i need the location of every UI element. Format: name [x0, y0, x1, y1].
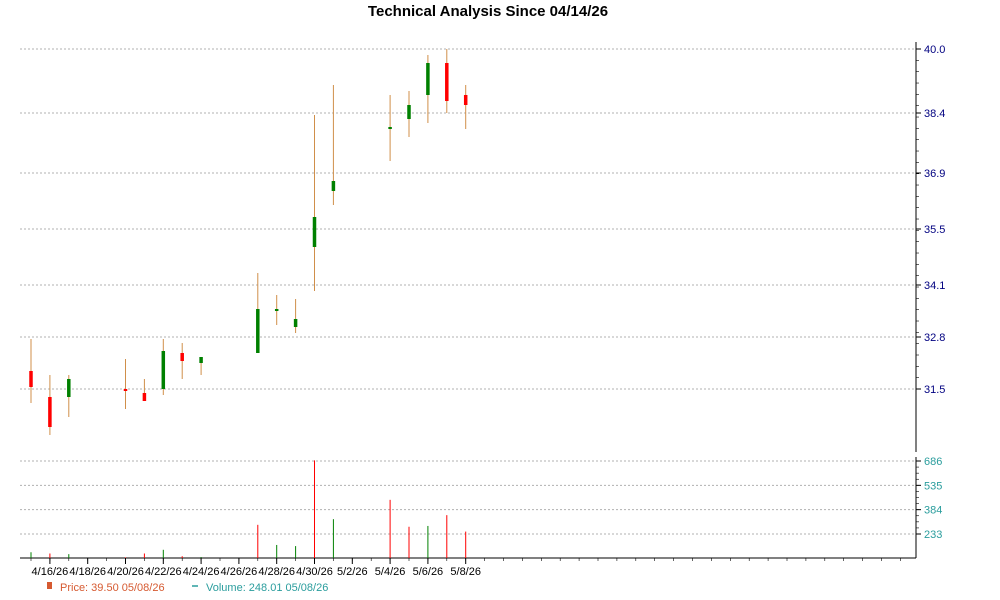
- price-legend-label: Price: 39.50 05/08/26: [60, 582, 165, 594]
- price-tick-label: 38.4: [924, 108, 945, 120]
- candle-body: [161, 351, 166, 389]
- candle-body: [123, 389, 128, 391]
- chart-svg: Technical Analysis Since 04/14/26 40.0 38…: [20, 3, 945, 594]
- axes-layer: 40.0 38.4 36.9 35.5 34.1 32.8 31.5 686 535 384 233…: [20, 42, 945, 578]
- candle-body: [256, 309, 260, 353]
- price-tick-label: 36.9: [924, 168, 945, 180]
- candle-body: [67, 379, 71, 397]
- candle-body: [29, 371, 33, 387]
- volume-tick-label: 535: [924, 480, 942, 492]
- price-tick-label: 35.5: [924, 224, 945, 236]
- volume-tick-label: 686: [924, 456, 942, 468]
- x-tick-label: 5/8/26: [450, 566, 481, 578]
- x-tick-label: 4/30/26: [296, 566, 333, 578]
- x-tick-label: 4/22/26: [145, 566, 182, 578]
- x-tick-label: 5/4/26: [375, 566, 406, 578]
- candle-body: [199, 357, 203, 363]
- candle-body: [293, 319, 298, 327]
- technical-analysis-chart: Technical Analysis Since 04/14/26 40.0 38…: [0, 0, 1000, 600]
- candle-body: [388, 127, 392, 129]
- x-tick-label: 5/2/26: [337, 566, 368, 578]
- x-tick-label: 4/20/26: [107, 566, 144, 578]
- volume-tick-label: 233: [924, 529, 942, 541]
- x-tick-label: 4/26/26: [221, 566, 258, 578]
- x-tick-label: 4/28/26: [258, 566, 295, 578]
- price-tick-label: 32.8: [924, 332, 945, 344]
- x-tick-label: 5/6/26: [413, 566, 444, 578]
- volume-tick-label: 384: [924, 505, 942, 517]
- price-tick-label: 34.1: [924, 280, 945, 292]
- candle-body: [445, 63, 449, 101]
- candle-body: [407, 105, 411, 119]
- x-tick-label: 4/18/26: [69, 566, 106, 578]
- price-legend-swatch: [47, 582, 52, 589]
- volume-legend-label: Volume: 248.01 05/08/26: [206, 582, 328, 594]
- candle-body: [463, 95, 468, 105]
- candle-body: [180, 353, 184, 361]
- candle-body: [331, 181, 336, 191]
- x-tick-label: 4/24/26: [183, 566, 220, 578]
- candle-body: [48, 397, 52, 427]
- legend: Price: 39.50 05/08/26 Volume: 248.01 05/…: [47, 582, 328, 594]
- price-tick-label: 31.5: [924, 384, 945, 396]
- grid-layer: [20, 48, 916, 535]
- chart-title: Technical Analysis Since 04/14/26: [368, 3, 608, 20]
- candle-body: [142, 393, 147, 401]
- candle-body: [312, 217, 317, 247]
- candle-body: [274, 309, 279, 311]
- x-tick-label: 4/16/26: [32, 566, 69, 578]
- candle-body: [426, 63, 430, 95]
- price-tick-label: 40.0: [924, 44, 945, 56]
- candle-layer: [29, 49, 468, 435]
